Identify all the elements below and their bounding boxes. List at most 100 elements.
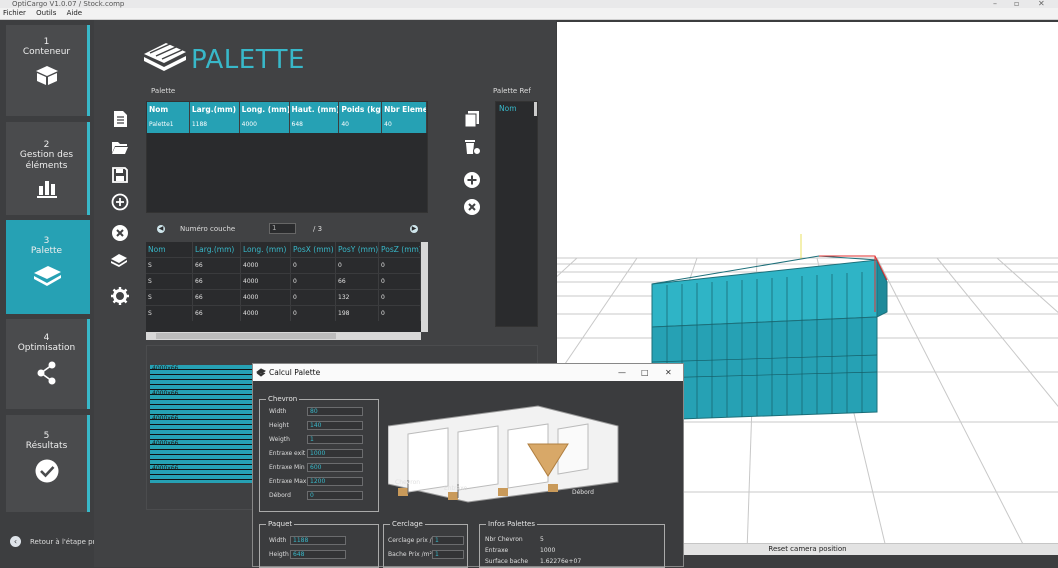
height-input[interactable]: 140 <box>307 421 363 430</box>
gear-icon[interactable] <box>111 287 129 305</box>
column-header[interactable]: Nom <box>146 242 193 257</box>
couche-label: Numéro couche <box>180 225 236 233</box>
column-header[interactable]: Larg.(mm) <box>190 102 240 117</box>
width-input[interactable]: 80 <box>307 407 363 416</box>
delete-icon[interactable] <box>463 138 481 156</box>
copy-icon[interactable] <box>463 110 481 128</box>
info-value: 5 <box>540 536 544 543</box>
vertical-scrollbar[interactable] <box>534 102 537 116</box>
bache-prix-input[interactable]: 1 <box>432 550 464 559</box>
table-header: Nom Larg.(mm) Long. (mm) Haut. (mm) Poid… <box>147 102 428 117</box>
chevron-group: Chevron Width 80 Height 140 Weigth 1 Entrax… <box>259 395 379 512</box>
table-cell: 66 <box>193 258 241 273</box>
cerclage-prix-input[interactable]: 1 <box>432 536 464 545</box>
table-cell: 4000 <box>241 258 291 273</box>
table-row[interactable]: S 66 4000 0 0 0 <box>146 257 421 273</box>
table-row[interactable]: Palette1 1188 4000 648 40 40 <box>147 117 428 133</box>
horizontal-scrollbar[interactable] <box>146 332 421 340</box>
ref-table[interactable]: Nom <box>495 101 538 327</box>
step-optimisation[interactable]: 4 Optimisation <box>6 319 90 409</box>
cerclage-group: Cerclage Cerclage prix /ml 1 Bache Prix /… <box>383 520 468 568</box>
close-icon[interactable]: ✕ <box>665 364 672 381</box>
field-label: Bache Prix /m² <box>388 551 432 558</box>
paquet-width-input[interactable]: 1188 <box>290 536 346 545</box>
close-icon[interactable]: ✕ <box>1038 0 1045 8</box>
column-header[interactable]: Larg.(mm) <box>193 242 241 257</box>
table-cell: S <box>146 258 193 273</box>
step-gestion[interactable]: 2 Gestion des éléments <box>6 122 90 215</box>
entraxe-exit-input[interactable]: 1000 <box>307 449 363 458</box>
table-cell: Palette1 <box>147 117 190 133</box>
column-header[interactable]: PosX (mm) <box>291 242 336 257</box>
couche-input[interactable]: 1 <box>269 223 296 234</box>
prev-layer-button[interactable]: ◀ <box>157 225 165 233</box>
stack-item-label: 4000x66 <box>152 440 179 447</box>
next-layer-button[interactable]: ▶ <box>410 225 418 233</box>
minimize-icon[interactable]: – <box>993 0 997 8</box>
maximize-icon[interactable]: ▫ <box>1014 0 1019 8</box>
layer-table[interactable]: Nom Larg.(mm) Long. (mm) PosX (mm) PosY … <box>146 242 428 340</box>
add-circle-icon[interactable] <box>463 171 481 189</box>
step-number: 2 <box>43 140 50 150</box>
column-header[interactable]: Nom <box>496 102 537 115</box>
column-header[interactable]: Poids (kg) <box>339 102 383 117</box>
column-header[interactable]: Haut. (mm) <box>290 102 340 117</box>
weight-input[interactable]: 1 <box>307 435 363 444</box>
table-row[interactable]: S 66 4000 0 132 0 <box>146 289 421 305</box>
table-cell: 0 <box>336 258 379 273</box>
table-header: Nom Larg.(mm) Long. (mm) PosX (mm) PosY … <box>146 242 421 257</box>
column-header[interactable]: PosZ (mm) <box>379 242 421 257</box>
step-palette[interactable]: 3 Palette <box>6 220 90 314</box>
pallet-edit-icon[interactable] <box>110 250 128 268</box>
page-title: PALETTE <box>191 45 305 75</box>
new-document-icon[interactable] <box>111 110 129 128</box>
cancel-circle-icon[interactable] <box>463 198 481 216</box>
column-header[interactable]: Long. (mm) <box>241 242 291 257</box>
column-header[interactable]: PosY (mm) <box>336 242 379 257</box>
paquet-group: Paquet Width 1188 Heigth 648 <box>259 520 379 568</box>
cancel-circle-icon[interactable] <box>111 224 129 242</box>
maximize-icon[interactable]: □ <box>641 364 649 381</box>
scrollbar-thumb[interactable] <box>156 333 336 339</box>
table-cell: 648 <box>290 117 340 133</box>
step-number: 1 <box>43 37 50 47</box>
palette-table[interactable]: Nom Larg.(mm) Long. (mm) Haut. (mm) Poid… <box>146 101 428 213</box>
steps-sidebar: 1 Conteneur 2 Gestion des éléments 3 Pal… <box>0 20 94 567</box>
column-header[interactable]: Long. (mm) <box>240 102 290 117</box>
menu-aide[interactable]: Aide <box>67 9 82 17</box>
table-row[interactable]: S 66 4000 0 66 0 <box>146 273 421 289</box>
step-resultats[interactable]: 5 Résultats <box>6 415 90 512</box>
paquet-height-input[interactable]: 648 <box>290 550 346 559</box>
step-conteneur[interactable]: 1 Conteneur <box>6 25 90 116</box>
stack-item-label: 4000x66 <box>152 390 179 397</box>
field-label: Heigth <box>269 551 289 558</box>
column-header[interactable]: Nbr Eleme <box>382 102 428 117</box>
table-cell: S <box>146 290 193 305</box>
couche-total: / 3 <box>313 225 323 233</box>
stack-item-label: 4000x66 <box>152 465 179 472</box>
minimize-icon[interactable]: — <box>618 364 626 381</box>
info-label: Nbr Chevron <box>485 536 523 543</box>
group-label: Chevron <box>266 395 300 403</box>
debord-input[interactable]: 0 <box>307 491 363 500</box>
entraxe-min-input[interactable]: 600 <box>307 463 363 472</box>
vertical-scrollbar[interactable] <box>421 242 428 332</box>
pallet-icon <box>256 368 266 377</box>
column-header[interactable]: Nom <box>147 102 190 117</box>
field-label: Weigth <box>269 436 290 443</box>
pallet-logo-icon <box>144 43 186 71</box>
entraxe-max-input[interactable]: 1200 <box>307 477 363 486</box>
group-label: Paquet <box>266 520 295 528</box>
menu-fichier[interactable]: Fichier <box>3 9 26 17</box>
infos-palettes-group: Infos Palettes Nbr Chevron 5 Entraxe 1000 … <box>479 520 665 568</box>
open-folder-icon[interactable] <box>111 138 129 156</box>
step-number: 4 <box>43 333 50 343</box>
table-row[interactable]: S 66 4000 0 198 0 <box>146 305 421 321</box>
table-cell: 0 <box>379 274 421 289</box>
menu-outils[interactable]: Outils <box>36 9 56 17</box>
save-icon[interactable] <box>111 166 129 184</box>
table-cell: 4000 <box>241 306 291 321</box>
table-cell: 0 <box>291 290 336 305</box>
add-circle-icon[interactable] <box>111 193 129 211</box>
field-label: Width <box>269 537 287 544</box>
